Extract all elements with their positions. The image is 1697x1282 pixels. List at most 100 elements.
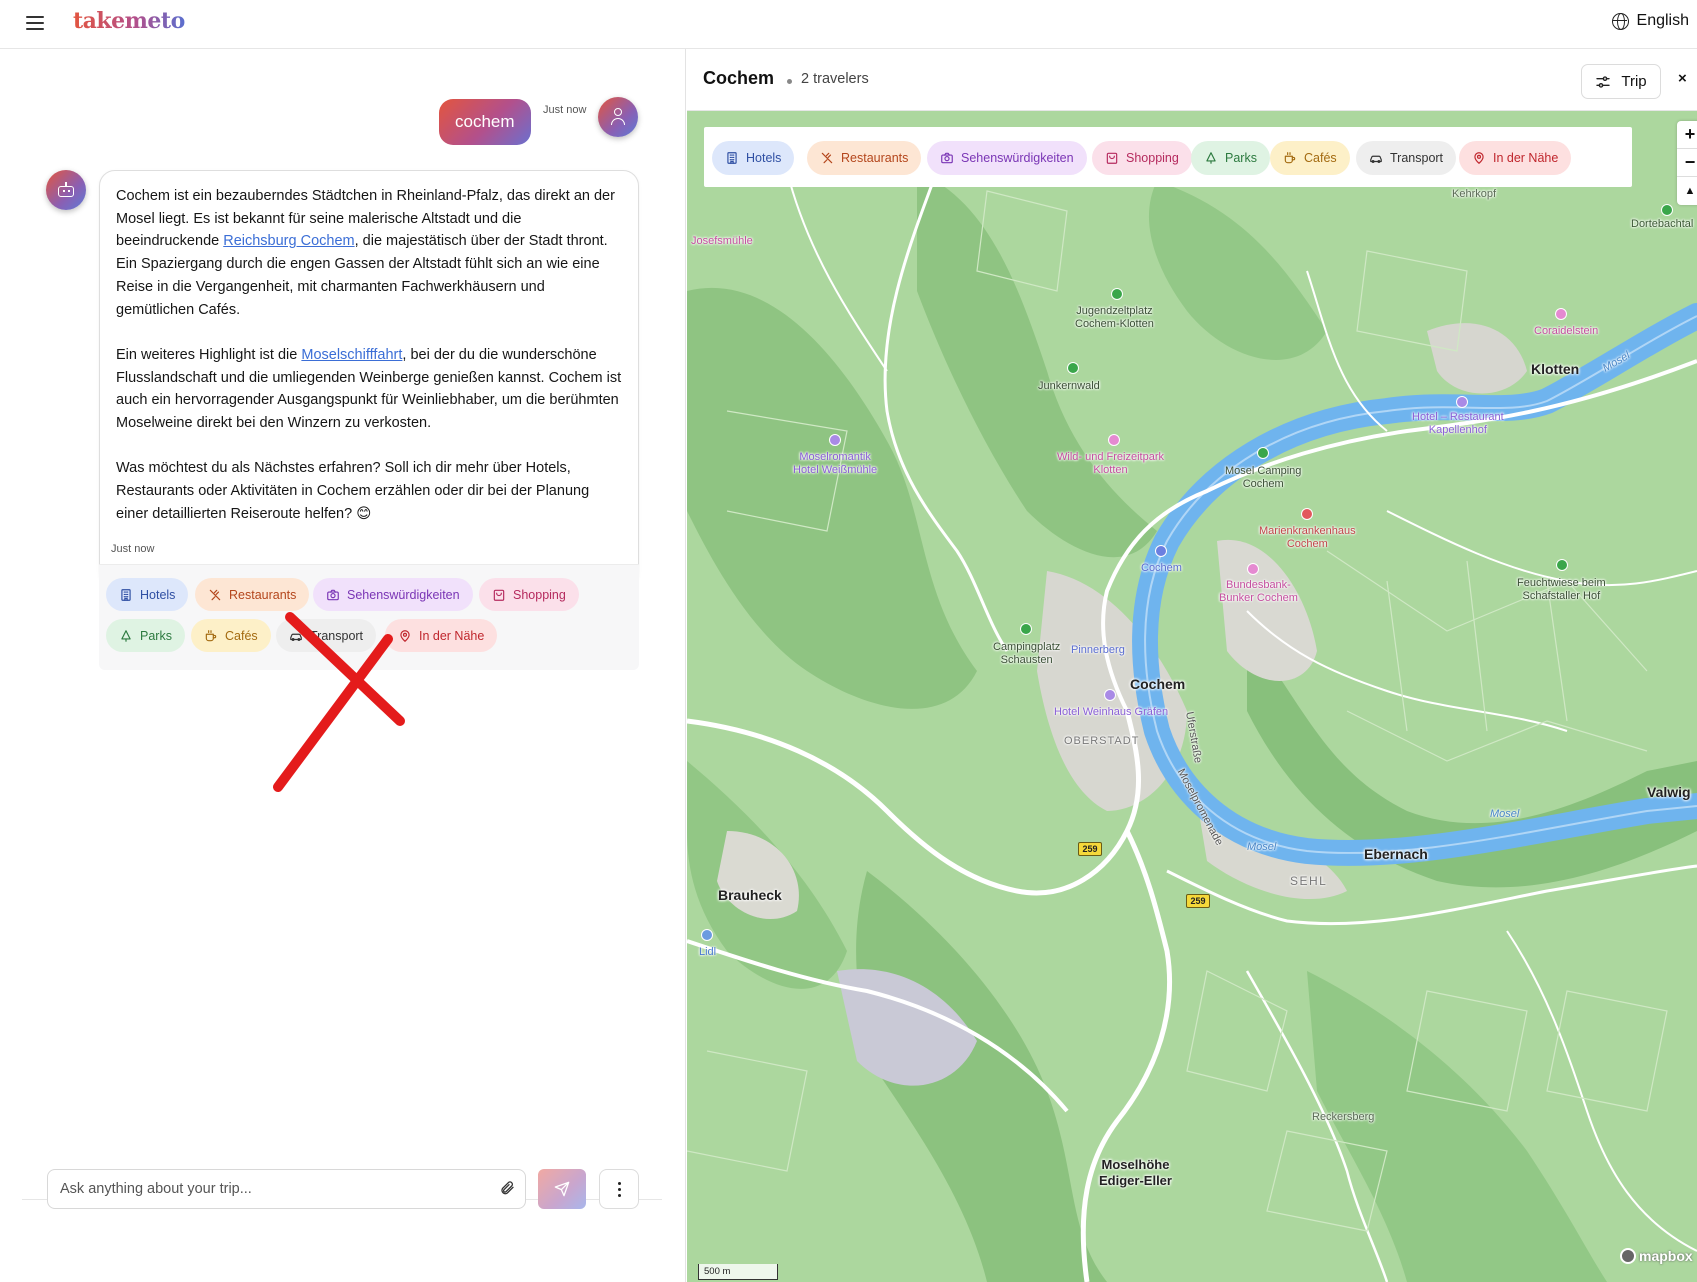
chat-chip-label: Transport — [310, 628, 364, 643]
send-icon — [554, 1181, 570, 1197]
close-map-button[interactable]: × — [1678, 70, 1687, 87]
travelers-count: 2 travelers — [801, 71, 869, 87]
hotel-pin[interactable] — [829, 434, 841, 446]
hotel-pin[interactable] — [1456, 396, 1468, 408]
map-background — [687, 111, 1697, 1282]
map-filter-parks[interactable]: Parks — [1191, 141, 1270, 175]
chat-chip-label: Sehenswürdigkeiten — [347, 587, 460, 602]
map-header: Cochem 2 travelers Trip × — [687, 49, 1697, 111]
map-label: Feuchtwiese beim Schafstaller Hof — [1517, 577, 1606, 602]
location-pin-icon — [400, 629, 410, 642]
hotel-icon — [727, 152, 737, 164]
chat-chip-sehenswürdigkeiten[interactable]: Sehenswürdigkeiten — [313, 578, 473, 611]
park-pin[interactable] — [1020, 623, 1032, 635]
map-label: Pinnerberg — [1071, 644, 1125, 656]
car-icon — [290, 633, 302, 641]
hospital-pin[interactable] — [1301, 508, 1313, 520]
map-label: Marienkrankenhaus Cochem — [1259, 525, 1356, 550]
chat-chip-hotels[interactable]: Hotels — [106, 578, 189, 611]
language-selector[interactable]: English — [1611, 12, 1689, 30]
chat-chip-label: In der Nähe — [419, 628, 485, 643]
chat-chip-label: Cafés — [225, 628, 258, 643]
reichsburg-link[interactable]: Reichsburg Cochem — [223, 233, 354, 249]
sight-pin[interactable] — [1247, 563, 1259, 575]
sight-pin[interactable] — [1555, 308, 1567, 320]
park-pin[interactable] — [1257, 447, 1269, 459]
coffee-icon — [205, 629, 217, 641]
map-label: Junkernwald — [1038, 380, 1100, 392]
coffee-icon — [1284, 152, 1296, 164]
river-label: Mosel — [1490, 808, 1520, 820]
user-message-time: Just now — [543, 104, 587, 116]
paperclip-icon[interactable] — [499, 1180, 515, 1201]
chat-chip-shopping[interactable]: Shopping — [479, 578, 579, 611]
sight-pin[interactable] — [1108, 434, 1120, 446]
map-filter-label: Parks — [1225, 151, 1257, 165]
bot-paragraph: Ein weiteres Highlight ist die Moselschi… — [116, 346, 622, 432]
town-label: Ebernach — [1364, 846, 1428, 862]
map-filter-label: In der Nähe — [1493, 151, 1559, 165]
town-label: Cochem — [1130, 676, 1186, 692]
map-filter-transport[interactable]: Transport — [1356, 141, 1457, 175]
map-canvas[interactable]: Hotels Restaurants Sehenswürdigkeiten Shopp… — [687, 111, 1697, 1282]
map-scale: 500 m — [698, 1264, 778, 1280]
map-filter-in-der-nähe[interactable]: In der Nähe — [1459, 141, 1572, 175]
map-label: Campingplatz Schausten — [993, 641, 1061, 666]
map-label: Mosel Camping Cochem — [1225, 465, 1302, 490]
map-filter-caf-s[interactable]: Cafés — [1270, 141, 1350, 175]
chat-chip-caf-s[interactable]: Cafés — [191, 619, 271, 652]
map-filter-label: Restaurants — [841, 151, 909, 165]
app-logo[interactable]: takemeto — [73, 8, 185, 34]
shop-pin[interactable] — [701, 929, 713, 941]
bot-avatar — [46, 170, 86, 210]
suggestion-chips: Hotels Restaurants Sehenswürdigkeiten Shopp… — [99, 564, 639, 670]
top-bar: takemeto English — [0, 0, 1697, 49]
zoom-controls: + − ▲ — [1677, 121, 1697, 205]
train-station-pin[interactable] — [1155, 545, 1167, 557]
mapbox-attribution[interactable]: mapbox — [1620, 1248, 1693, 1264]
user-icon — [614, 108, 622, 116]
map-filter-restaurants[interactable]: Restaurants — [807, 141, 922, 175]
hotel-pin[interactable] — [1104, 689, 1116, 701]
more-options-button[interactable] — [599, 1169, 639, 1209]
chat-panel: cochem Just now Cochem ist ein bezaubern… — [0, 49, 686, 1282]
send-button[interactable] — [538, 1169, 586, 1209]
zoom-out-button[interactable]: − — [1677, 149, 1697, 177]
user-message: cochem — [439, 99, 531, 145]
moselschifffahrt-link[interactable]: Moselschifffahrt — [301, 347, 402, 363]
town-label: Klotten — [1531, 361, 1580, 377]
chat-chip-label: Restaurants — [229, 587, 297, 602]
park-pin[interactable] — [1556, 559, 1568, 571]
language-label: English — [1636, 12, 1689, 29]
map-filter-shopping[interactable]: Shopping — [1092, 141, 1192, 175]
chat-input[interactable] — [48, 1170, 478, 1208]
trip-button[interactable]: Trip — [1581, 64, 1661, 99]
park-pin[interactable] — [1661, 204, 1673, 216]
chat-chip-parks[interactable]: Parks — [106, 619, 185, 652]
road-number: 259 — [1186, 894, 1210, 908]
river-label: Mosel — [1247, 841, 1277, 853]
bot-paragraph: Was möchtest du als Nächstes erfahren? S… — [116, 460, 590, 522]
zoom-in-button[interactable]: + — [1677, 121, 1697, 149]
town-label: Brauheck — [718, 887, 782, 903]
map-label: Kehrkopf — [1452, 188, 1497, 200]
mapbox-logo-icon — [1620, 1248, 1636, 1264]
user-avatar — [598, 97, 638, 137]
compass-button[interactable]: ▲ — [1677, 177, 1697, 205]
map-label: SEHL — [1290, 874, 1328, 888]
map-filter-hotels[interactable]: Hotels — [712, 141, 795, 175]
map-label: Hotel Weinhaus Gräfen — [1054, 706, 1169, 718]
chat-chip-label: Shopping — [513, 587, 566, 602]
map-filter-bar: Hotels Restaurants Sehenswürdigkeiten Shopp… — [704, 127, 1632, 187]
map-filter-sehenswürdigkeiten[interactable]: Sehenswürdigkeiten — [927, 141, 1087, 175]
chat-input-box — [47, 1169, 526, 1209]
chat-chip-transport[interactable]: Transport — [276, 619, 377, 652]
menu-icon[interactable] — [26, 16, 44, 30]
chat-chip-restaurants[interactable]: Restaurants — [195, 578, 310, 611]
map-label: Moselromantik Hotel Weißmühle — [793, 451, 878, 476]
shopping-bag-icon — [493, 589, 505, 601]
chat-chip-in-der-nähe[interactable]: In der Nähe — [385, 619, 498, 652]
car-icon — [1370, 155, 1382, 163]
park-pin[interactable] — [1067, 362, 1079, 374]
park-pin[interactable] — [1111, 288, 1123, 300]
